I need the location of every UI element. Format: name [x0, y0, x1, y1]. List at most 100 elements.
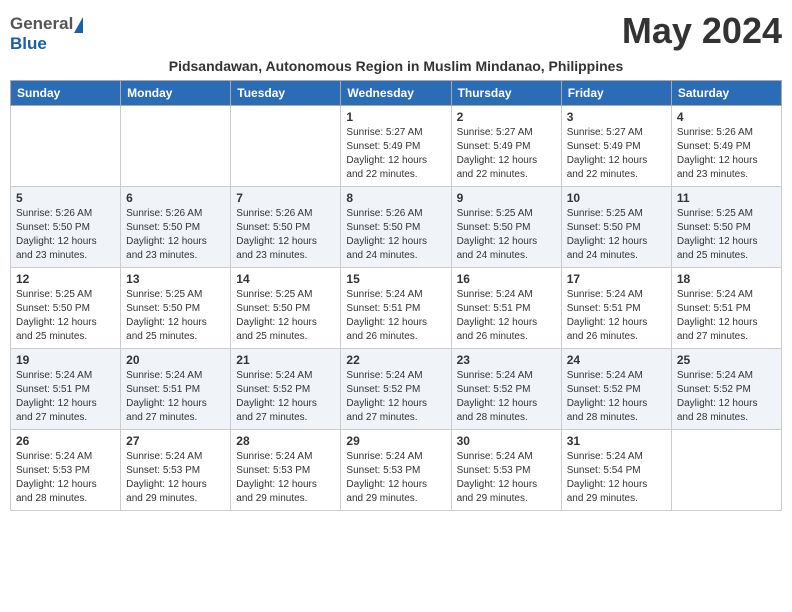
day-info: Sunrise: 5:24 AM Sunset: 5:51 PM Dayligh…: [346, 288, 445, 344]
calendar-cell: 20Sunrise: 5:24 AM Sunset: 5:51 PM Dayli…: [121, 349, 231, 430]
calendar-cell: 11 Sunrise: 5:25 AM Sunset: 5:50 PM Dayli…: [671, 187, 781, 268]
day-info: Sunrise: 5:24 AM Sunset: 5:51 PM Dayligh…: [126, 369, 225, 425]
day-number: 5: [16, 191, 115, 205]
day-header-monday: Monday: [121, 81, 231, 106]
calendar-cell: 31Sunrise: 5:24 AM Sunset: 5:54 PM Dayli…: [561, 430, 671, 511]
day-info: Sunrise: 5:27 AM Sunset: 5:49 PM Dayligh…: [567, 126, 666, 182]
day-info: Sunrise: 5:26 AM Sunset: 5:49 PM Dayligh…: [677, 126, 776, 182]
day-info: Sunrise: 5:24 AM Sunset: 5:51 PM Dayligh…: [16, 369, 115, 425]
day-number: 17: [567, 272, 666, 286]
day-number: 7: [236, 191, 335, 205]
day-info: Sunrise: 5:24 AM Sunset: 5:52 PM Dayligh…: [457, 369, 556, 425]
day-info: Sunrise: 5:25 AM Sunset: 5:50 PM Dayligh…: [16, 288, 115, 344]
logo-blue: Blue: [10, 34, 47, 53]
calendar-cell: 24 Sunrise: 5:24 AM Sunset: 5:52 PM Dayli…: [561, 349, 671, 430]
calendar-cell: 8 Sunrise: 5:26 AM Sunset: 5:50 PM Daylig…: [341, 187, 451, 268]
day-info: Sunrise: 5:24 AM Sunset: 5:51 PM Dayligh…: [457, 288, 556, 344]
calendar-cell: [121, 106, 231, 187]
day-info: Sunrise: 5:24 AM Sunset: 5:53 PM Dayligh…: [16, 450, 115, 506]
calendar-cell: 3Sunrise: 5:27 AM Sunset: 5:49 PM Daylig…: [561, 106, 671, 187]
day-info: Sunrise: 5:26 AM Sunset: 5:50 PM Dayligh…: [236, 207, 335, 263]
day-info: Sunrise: 5:26 AM Sunset: 5:50 PM Dayligh…: [16, 207, 115, 263]
calendar-cell: 18 Sunrise: 5:24 AM Sunset: 5:51 PM Dayli…: [671, 268, 781, 349]
day-info: Sunrise: 5:24 AM Sunset: 5:52 PM Dayligh…: [677, 369, 776, 425]
calendar-cell: [231, 106, 341, 187]
logo: General Blue: [10, 14, 83, 54]
day-number: 21: [236, 353, 335, 367]
calendar-cell: 30 Sunrise: 5:24 AM Sunset: 5:53 PM Dayli…: [451, 430, 561, 511]
calendar-cell: 4 Sunrise: 5:26 AM Sunset: 5:49 PM Daylig…: [671, 106, 781, 187]
month-title: May 2024: [622, 10, 782, 52]
calendar-cell: 16 Sunrise: 5:24 AM Sunset: 5:51 PM Dayli…: [451, 268, 561, 349]
day-info: Sunrise: 5:24 AM Sunset: 5:53 PM Dayligh…: [236, 450, 335, 506]
calendar-cell: 19 Sunrise: 5:24 AM Sunset: 5:51 PM Dayli…: [11, 349, 121, 430]
page-header: General Blue May 2024: [10, 10, 782, 54]
day-info: Sunrise: 5:26 AM Sunset: 5:50 PM Dayligh…: [346, 207, 445, 263]
calendar-cell: 14 Sunrise: 5:25 AM Sunset: 5:50 PM Dayli…: [231, 268, 341, 349]
day-number: 10: [567, 191, 666, 205]
calendar-cell: [671, 430, 781, 511]
day-info: Sunrise: 5:27 AM Sunset: 5:49 PM Dayligh…: [457, 126, 556, 182]
calendar-cell: 1 Sunrise: 5:27 AM Sunset: 5:49 PM Daylig…: [341, 106, 451, 187]
calendar-cell: 5 Sunrise: 5:26 AM Sunset: 5:50 PM Daylig…: [11, 187, 121, 268]
day-info: Sunrise: 5:24 AM Sunset: 5:52 PM Dayligh…: [346, 369, 445, 425]
day-number: 15: [346, 272, 445, 286]
day-info: Sunrise: 5:25 AM Sunset: 5:50 PM Dayligh…: [236, 288, 335, 344]
day-info: Sunrise: 5:27 AM Sunset: 5:49 PM Dayligh…: [346, 126, 445, 182]
calendar-cell: 2 Sunrise: 5:27 AM Sunset: 5:49 PM Daylig…: [451, 106, 561, 187]
calendar-cell: 25 Sunrise: 5:24 AM Sunset: 5:52 PM Dayli…: [671, 349, 781, 430]
day-info: Sunrise: 5:24 AM Sunset: 5:51 PM Dayligh…: [677, 288, 776, 344]
day-number: 12: [16, 272, 115, 286]
calendar-cell: 15 Sunrise: 5:24 AM Sunset: 5:51 PM Dayli…: [341, 268, 451, 349]
day-header-sunday: Sunday: [11, 81, 121, 106]
page-subtitle: Pidsandawan, Autonomous Region in Muslim…: [10, 58, 782, 74]
day-number: 27: [126, 434, 225, 448]
day-number: 13: [126, 272, 225, 286]
logo-general: General: [10, 14, 73, 34]
day-number: 11: [677, 191, 776, 205]
calendar-table: SundayMondayTuesdayWednesdayThursdayFrid…: [10, 80, 782, 511]
calendar-cell: 27 Sunrise: 5:24 AM Sunset: 5:53 PM Dayli…: [121, 430, 231, 511]
calendar-cell: 12 Sunrise: 5:25 AM Sunset: 5:50 PM Dayli…: [11, 268, 121, 349]
day-number: 14: [236, 272, 335, 286]
day-number: 9: [457, 191, 556, 205]
logo-icon: [74, 17, 83, 33]
day-info: Sunrise: 5:25 AM Sunset: 5:50 PM Dayligh…: [567, 207, 666, 263]
calendar-cell: 22 Sunrise: 5:24 AM Sunset: 5:52 PM Dayli…: [341, 349, 451, 430]
calendar-cell: 10 Sunrise: 5:25 AM Sunset: 5:50 PM Dayli…: [561, 187, 671, 268]
day-number: 29: [346, 434, 445, 448]
day-info: Sunrise: 5:24 AM Sunset: 5:52 PM Dayligh…: [567, 369, 666, 425]
day-number: 28: [236, 434, 335, 448]
calendar-cell: 23 Sunrise: 5:24 AM Sunset: 5:52 PM Dayli…: [451, 349, 561, 430]
day-info: Sunrise: 5:25 AM Sunset: 5:50 PM Dayligh…: [677, 207, 776, 263]
day-info: Sunrise: 5:25 AM Sunset: 5:50 PM Dayligh…: [126, 288, 225, 344]
day-header-tuesday: Tuesday: [231, 81, 341, 106]
day-header-friday: Friday: [561, 81, 671, 106]
day-info: Sunrise: 5:24 AM Sunset: 5:51 PM Dayligh…: [567, 288, 666, 344]
day-info: Sunrise: 5:24 AM Sunset: 5:53 PM Dayligh…: [126, 450, 225, 506]
day-number: 8: [346, 191, 445, 205]
day-number: 2: [457, 110, 556, 124]
calendar-cell: [11, 106, 121, 187]
day-number: 23: [457, 353, 556, 367]
day-number: 22: [346, 353, 445, 367]
day-number: 25: [677, 353, 776, 367]
day-number: 4: [677, 110, 776, 124]
calendar-cell: 21 Sunrise: 5:24 AM Sunset: 5:52 PM Dayli…: [231, 349, 341, 430]
day-info: Sunrise: 5:26 AM Sunset: 5:50 PM Dayligh…: [126, 207, 225, 263]
calendar-cell: 13 Sunrise: 5:25 AM Sunset: 5:50 PM Dayli…: [121, 268, 231, 349]
day-number: 19: [16, 353, 115, 367]
day-info: Sunrise: 5:24 AM Sunset: 5:53 PM Dayligh…: [457, 450, 556, 506]
day-info: Sunrise: 5:24 AM Sunset: 5:52 PM Dayligh…: [236, 369, 335, 425]
day-number: 30: [457, 434, 556, 448]
day-number: 18: [677, 272, 776, 286]
calendar-cell: 26 Sunrise: 5:24 AM Sunset: 5:53 PM Dayli…: [11, 430, 121, 511]
day-number: 16: [457, 272, 556, 286]
day-header-wednesday: Wednesday: [341, 81, 451, 106]
day-header-thursday: Thursday: [451, 81, 561, 106]
day-number: 26: [16, 434, 115, 448]
calendar-cell: 9Sunrise: 5:25 AM Sunset: 5:50 PM Daylig…: [451, 187, 561, 268]
day-number: 24: [567, 353, 666, 367]
calendar-cell: 28 Sunrise: 5:24 AM Sunset: 5:53 PM Dayli…: [231, 430, 341, 511]
day-number: 1: [346, 110, 445, 124]
